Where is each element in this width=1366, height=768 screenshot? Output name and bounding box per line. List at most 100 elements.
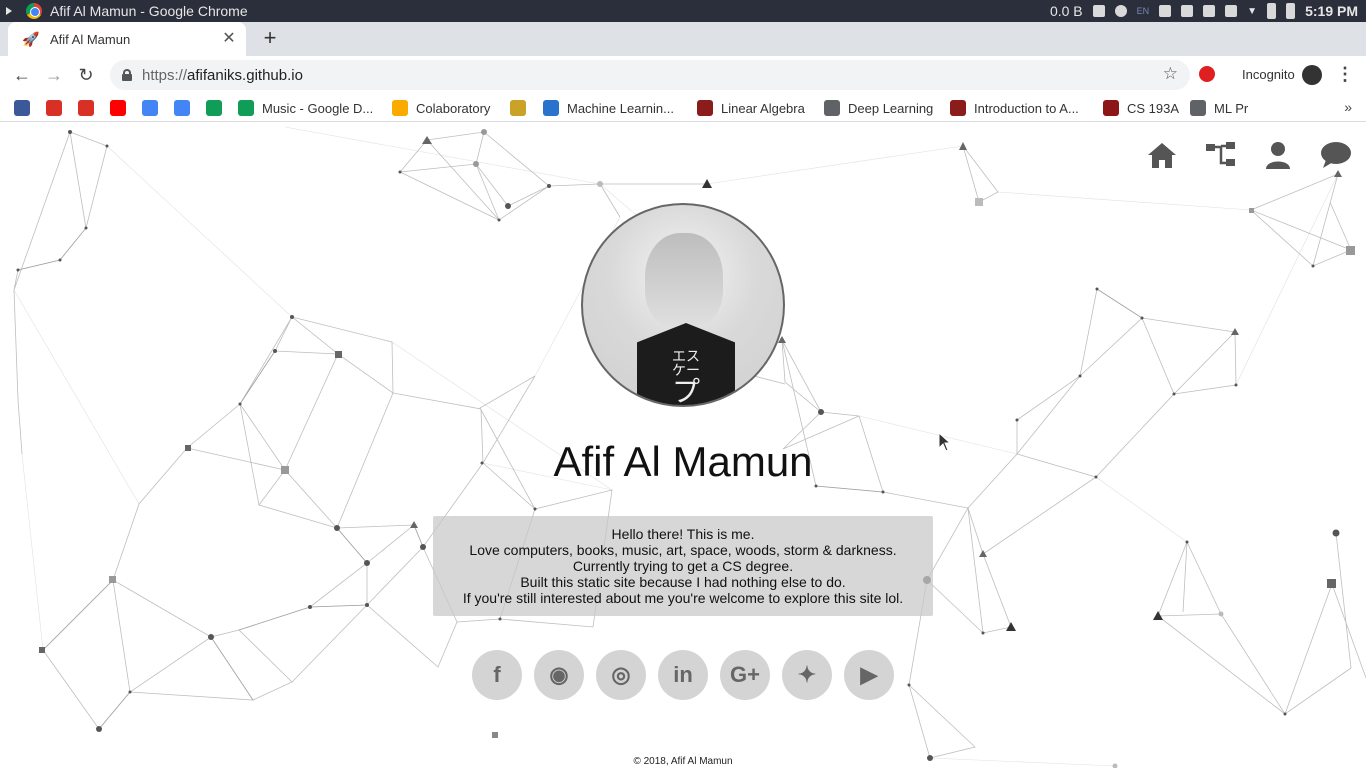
bookmark-label: CS 193A (1127, 100, 1180, 116)
home-icon[interactable] (1146, 140, 1178, 170)
bio-line: Currently trying to get a CS degree. (572, 558, 794, 574)
bookmark-item[interactable]: Deep Learning (824, 99, 933, 117)
profile-face (645, 233, 723, 329)
volume-icon[interactable] (1225, 5, 1238, 17)
bookmark-item[interactable]: Colaboratory (392, 99, 490, 117)
bookmark-item[interactable] (174, 99, 190, 117)
colab-icon (392, 100, 408, 116)
drive-icon (238, 100, 254, 116)
bookmark-item[interactable]: Music - Google D... (238, 99, 373, 117)
bio-line: Built this static site because I had not… (520, 574, 846, 590)
bio-line: Love computers, books, music, art, space… (469, 542, 897, 558)
google-plus-button[interactable]: G+ (720, 650, 770, 700)
shirt-text-big: プ (671, 376, 700, 407)
coursera-icon (543, 100, 559, 116)
gmail-icon (78, 100, 94, 116)
window-title: Afif Al Mamun - Google Chrome (50, 3, 248, 19)
chrome-logo-icon (26, 3, 42, 19)
bio-line: If you're still interested about me you'… (462, 590, 904, 606)
download-icon[interactable] (1114, 5, 1127, 17)
twitter-button[interactable]: ✦ (782, 650, 832, 700)
app-menu-icon[interactable] (4, 4, 16, 18)
lock-icon (122, 69, 132, 81)
bookmark-label: Music - Google D... (262, 100, 374, 116)
reload-button[interactable]: ↻ (74, 64, 98, 86)
url-scheme: https:// (142, 66, 188, 84)
footer-copyright: © 2018, Afif Al Mamun (633, 756, 733, 767)
translate-icon (142, 100, 158, 116)
bookmark-item[interactable]: Machine Learnin... (543, 99, 674, 117)
bookmark-item[interactable] (142, 99, 158, 117)
youtube-button[interactable]: ▶ (844, 650, 894, 700)
wifi-icon[interactable] (1159, 5, 1172, 17)
user-icon[interactable] (1262, 140, 1294, 170)
new-tab-button[interactable]: + (258, 27, 282, 51)
os-title-bar: Afif Al Mamun - Google Chrome 0.0 B EN ▼… (0, 0, 1366, 22)
mit-icon (697, 100, 713, 116)
extension-icon[interactable] (1199, 66, 1215, 82)
youtube-icon: ▶ (860, 662, 878, 687)
bookmark-item[interactable] (110, 99, 126, 117)
bookmark-item[interactable] (14, 99, 30, 117)
clock[interactable]: 5:19 PM (1305, 3, 1358, 19)
bio-box: Hello there! This is me. Love computers,… (433, 516, 933, 616)
bookmark-item[interactable] (46, 99, 62, 117)
incognito-label[interactable]: Incognito (1242, 67, 1295, 82)
bookmark-label: Machine Learnin... (567, 100, 674, 116)
shirt-text-small: エス (672, 348, 700, 364)
page-content: エス ケー プ Afif Al Mamun Hello there! This … (0, 122, 1366, 768)
social-links: f ◉ ◎ in G+ ✦ ▶ (472, 650, 894, 700)
sitemap-icon[interactable] (1204, 140, 1236, 170)
incognito-icon[interactable] (1302, 65, 1322, 85)
twitter-icon: ✦ (797, 662, 817, 687)
chat-icon[interactable] (1320, 140, 1352, 170)
bookmark-item[interactable] (78, 99, 94, 117)
bookmark-label: ML Pr (1214, 100, 1249, 116)
instagram-icon: ◎ (611, 662, 631, 687)
gmail-icon (46, 100, 62, 116)
youtube-icon (110, 100, 126, 116)
facebook-button[interactable]: f (472, 650, 522, 700)
github-icon: ◉ (549, 662, 569, 687)
dropdown-icon[interactable]: ▼ (1247, 6, 1257, 17)
network-icon (1190, 100, 1206, 116)
sync-icon[interactable] (1092, 5, 1105, 17)
mouse-cursor-icon (938, 432, 950, 452)
bookmark-item[interactable]: Introduction to A... (950, 99, 1079, 117)
bookmark-item[interactable]: ML Pr (1190, 99, 1248, 117)
folder-icon (824, 100, 840, 116)
bookmarks-overflow-icon[interactable]: » (1344, 99, 1352, 115)
tools-icon[interactable] (1203, 5, 1216, 17)
bookmark-star-icon[interactable]: ☆ (1163, 64, 1178, 84)
facebook-icon: f (493, 662, 501, 687)
phone-icon[interactable] (1267, 3, 1277, 19)
browser-toolbar: ← → ↻ https://afifaniks.github.io ☆ (0, 56, 1366, 94)
bookmark-item[interactable] (206, 99, 222, 117)
trophy-icon (510, 100, 526, 116)
github-button[interactable]: ◉ (534, 650, 584, 700)
bio-line: Hello there! This is me. (611, 526, 755, 542)
profile-photo: エス ケー プ (581, 203, 785, 407)
forward-button[interactable]: → (42, 64, 66, 86)
tab-strip: 🚀 Afif Al Mamun ✕ + (0, 22, 1366, 56)
linkedin-icon: in (673, 662, 693, 687)
bookmark-label: Deep Learning (848, 100, 934, 116)
address-bar[interactable]: https://afifaniks.github.io ☆ (110, 60, 1190, 90)
bookmark-label: Introduction to A... (974, 100, 1079, 116)
bookmark-item[interactable]: Linear Algebra (697, 99, 805, 117)
battery-icon[interactable] (1286, 3, 1296, 19)
keyboard-layout[interactable]: EN (1137, 6, 1150, 16)
browser-tab[interactable]: 🚀 Afif Al Mamun ✕ (8, 22, 246, 56)
chrome-menu-icon[interactable]: ⋮ (1336, 64, 1354, 85)
google-plus-icon: G+ (730, 662, 760, 687)
bookmark-label: Linear Algebra (721, 100, 805, 116)
url-host: afifaniks.github.io (187, 66, 303, 84)
profile-name: Afif Al Mamun (553, 438, 813, 485)
tab-close-icon[interactable]: ✕ (220, 30, 238, 48)
bookmark-item[interactable] (510, 99, 526, 117)
clipboard-icon[interactable] (1181, 5, 1194, 17)
bookmark-item[interactable]: CS 193A (1103, 99, 1179, 117)
linkedin-button[interactable]: in (658, 650, 708, 700)
instagram-button[interactable]: ◎ (596, 650, 646, 700)
back-button[interactable]: ← (10, 64, 34, 86)
